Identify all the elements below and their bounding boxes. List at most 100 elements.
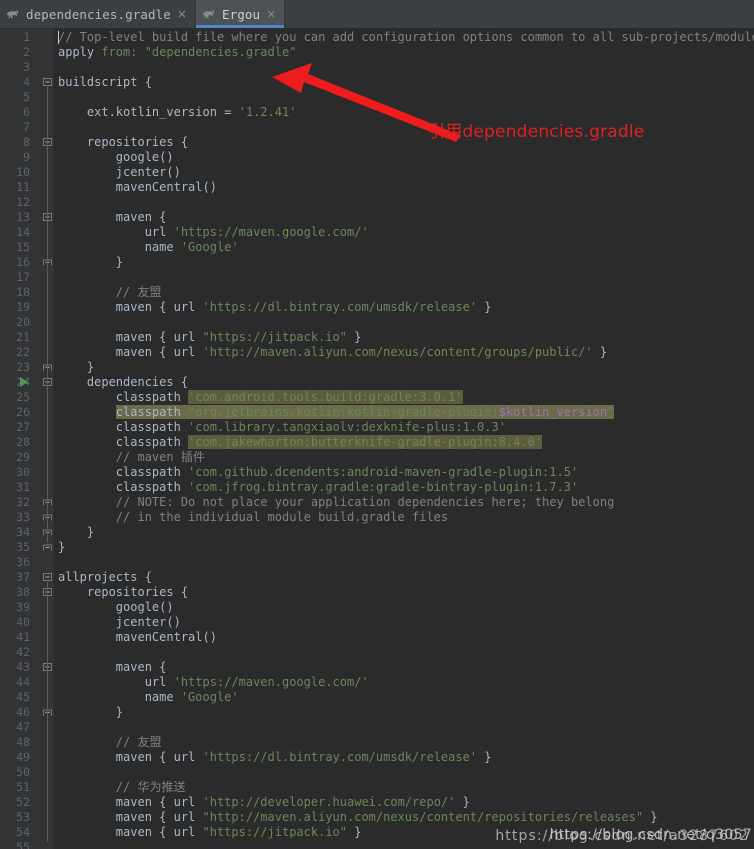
line-text: url 'https://maven.google.com/' <box>144 225 369 239</box>
line-text: maven { url 'http://maven.aliyun.com/nex… <box>115 345 608 359</box>
code-line[interactable]: 42 <box>0 645 754 660</box>
code-line[interactable]: 54 maven { url "https://jitpack.io" } <box>0 825 754 840</box>
code-line[interactable]: 47 <box>0 720 754 735</box>
line-number: 11 <box>16 180 30 194</box>
line-number: 22 <box>16 345 30 359</box>
line-text: google() <box>115 150 174 164</box>
line-number: 41 <box>16 630 30 644</box>
fold-marker[interactable] <box>42 542 53 553</box>
line-text: mavenCentral() <box>115 180 217 194</box>
code-line[interactable]: 44 url 'https://maven.google.com/' <box>0 675 754 690</box>
code-line[interactable]: 51 // 华为推送 <box>0 780 754 795</box>
line-number: 26 <box>16 405 30 419</box>
code-line[interactable]: 3 <box>0 60 754 75</box>
code-line[interactable]: 31 classpath 'com.jfrog.bintray.gradle:g… <box>0 480 754 495</box>
tab-label: dependencies.gradle <box>26 6 171 22</box>
line-text: classpath 'com.android.tools.build:gradl… <box>115 390 463 404</box>
code-line[interactable]: 35} <box>0 540 754 555</box>
code-line[interactable]: 28 classpath 'com.jakewharton:butterknif… <box>0 435 754 450</box>
line-number: 27 <box>16 420 30 434</box>
code-line[interactable]: 45 name 'Google' <box>0 690 754 705</box>
tab-label: Ergou <box>221 6 261 22</box>
code-line[interactable]: 4 buildscript { <box>0 75 754 90</box>
code-line[interactable]: 17 <box>0 270 754 285</box>
code-line[interactable]: 39 google() <box>0 600 754 615</box>
code-line[interactable]: 29 // maven 插件 <box>0 450 754 465</box>
line-text: // 华为推送 <box>115 780 186 794</box>
code-line[interactable]: 20 <box>0 315 754 330</box>
code-editor[interactable]: 1 // Top-level build file where you can a… <box>0 29 754 849</box>
line-number: 18 <box>16 285 30 299</box>
line-number: 21 <box>16 330 30 344</box>
code-line[interactable]: 14 url 'https://maven.google.com/' <box>0 225 754 240</box>
code-line[interactable]: 27 classpath 'com.library.tangxiaolv:dex… <box>0 420 754 435</box>
code-line[interactable]: 43 maven { <box>0 660 754 675</box>
code-line[interactable]: 26 classpath "org.jetbrains.kotlin:kotli… <box>0 405 754 420</box>
code-line[interactable]: 5 <box>0 90 754 105</box>
line-text: mavenCentral() <box>115 630 217 644</box>
code-line[interactable]: 18 // 友盟 <box>0 285 754 300</box>
line-text: maven { url 'http://developer.huawei.com… <box>115 795 470 809</box>
code-line[interactable]: 34 } <box>0 525 754 540</box>
line-number: 7 <box>23 120 30 134</box>
code-line[interactable]: 48 // 友盟 <box>0 735 754 750</box>
code-line[interactable]: 32 // NOTE: Do not place your applicatio… <box>0 495 754 510</box>
code-line[interactable]: 52 maven { url 'http://developer.huawei.… <box>0 795 754 810</box>
code-line[interactable]: 21 maven { url "https://jitpack.io" } <box>0 330 754 345</box>
line-number: 30 <box>16 465 30 479</box>
line-text: ext.kotlin_version = '1.2.41' <box>86 105 297 119</box>
editor-tab-ergou[interactable]: Ergou × <box>195 0 286 28</box>
line-text: // Top-level build file where you can ad… <box>58 30 754 44</box>
line-text: maven { url 'https://dl.bintray.com/umsd… <box>115 750 492 764</box>
code-line[interactable]: 33 // in the individual module build.gra… <box>0 510 754 525</box>
editor-tab-dependencies-gradle[interactable]: dependencies.gradle × <box>0 0 196 28</box>
code-line[interactable]: 41 mavenCentral() <box>0 630 754 645</box>
code-line[interactable]: 30 classpath 'com.github.dcendents:andro… <box>0 465 754 480</box>
editor-tab-bar: dependencies.gradle × Ergou × <box>0 0 754 29</box>
line-text: allprojects { <box>58 570 152 584</box>
code-line[interactable]: 9 google() <box>0 150 754 165</box>
gradle-elephant-icon <box>7 9 19 18</box>
line-number: 42 <box>16 645 30 659</box>
close-icon[interactable]: × <box>265 8 277 20</box>
close-icon[interactable]: × <box>176 8 188 20</box>
fold-guide-line <box>47 597 48 842</box>
code-line[interactable]: 11 mavenCentral() <box>0 180 754 195</box>
line-text: classpath 'com.jakewharton:butterknife-g… <box>115 435 543 449</box>
code-line[interactable]: 36 <box>0 555 754 570</box>
code-line[interactable]: 15 name 'Google' <box>0 240 754 255</box>
code-line[interactable]: 46 } <box>0 705 754 720</box>
line-number: 10 <box>16 165 30 179</box>
gradle-elephant-icon <box>203 9 215 18</box>
code-line[interactable]: 23 } <box>0 360 754 375</box>
code-line[interactable]: 25 classpath 'com.android.tools.build:gr… <box>0 390 754 405</box>
code-line[interactable]: 16 } <box>0 255 754 270</box>
code-line[interactable]: 12 <box>0 195 754 210</box>
line-number: 34 <box>16 525 30 539</box>
code-line[interactable]: 22 maven { url 'http://maven.aliyun.com/… <box>0 345 754 360</box>
code-line[interactable]: 10 jcenter() <box>0 165 754 180</box>
line-number: 50 <box>16 765 30 779</box>
line-text: apply from: "dependencies.gradle" <box>58 45 297 59</box>
fold-expand-icon <box>43 544 52 551</box>
line-number: 53 <box>16 810 30 824</box>
code-line[interactable]: 19 maven { url 'https://dl.bintray.com/u… <box>0 300 754 315</box>
code-line[interactable]: 37 allprojects { <box>0 570 754 585</box>
code-content[interactable]: 1 // Top-level build file where you can a… <box>0 29 754 849</box>
code-line[interactable]: 2 apply from: "dependencies.gradle" <box>0 45 754 60</box>
code-line[interactable]: 50 <box>0 765 754 780</box>
line-number: 5 <box>23 90 30 104</box>
code-line[interactable]: 24 dependencies { <box>0 375 754 390</box>
line-text: } <box>58 540 66 554</box>
code-line[interactable]: 49 maven { url 'https://dl.bintray.com/u… <box>0 750 754 765</box>
line-text: name 'Google' <box>144 690 239 704</box>
line-text: // in the individual module build.gradle… <box>115 510 449 524</box>
code-line[interactable]: 40 jcenter() <box>0 615 754 630</box>
line-number: 39 <box>16 600 30 614</box>
line-number: 17 <box>16 270 30 284</box>
code-line[interactable]: 38 repositories { <box>0 585 754 600</box>
code-line[interactable]: 53 maven { url "http://maven.aliyun.com/… <box>0 810 754 825</box>
run-gradle-task-icon[interactable] <box>20 377 28 387</box>
code-line[interactable]: 1 // Top-level build file where you can a… <box>0 30 754 45</box>
code-line[interactable]: 13 maven { <box>0 210 754 225</box>
